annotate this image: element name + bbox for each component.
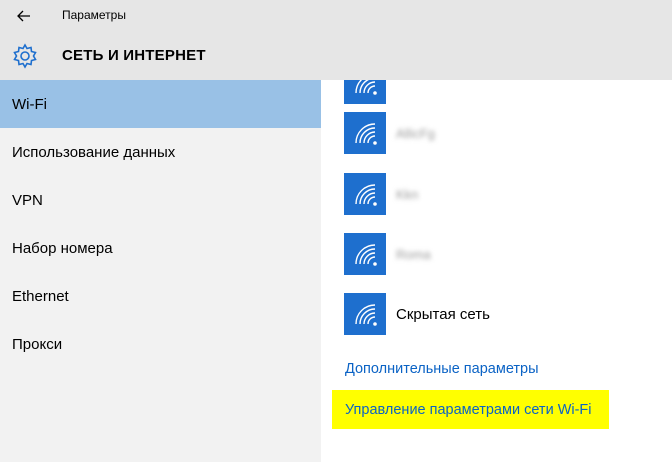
wifi-tile	[344, 112, 386, 154]
network-item-hidden[interactable]: Скрытая сеть	[344, 293, 664, 335]
sidebar-item-dial-up[interactable]: Набор номера	[0, 224, 321, 272]
network-name: Roma	[396, 246, 431, 262]
wifi-tile	[344, 233, 386, 275]
wifi-icon	[355, 184, 377, 206]
sidebar-item-label: Ethernet	[12, 287, 69, 305]
wifi-content: AllicFg Kkn Roma Скрытая сеть Дополнител…	[321, 80, 672, 462]
network-name: Kkn	[396, 186, 419, 202]
manage-wifi-settings-link[interactable]: Управление параметрами сети Wi-Fi	[345, 402, 592, 418]
window-title: Параметры	[62, 8, 126, 22]
sidebar-item-proxy[interactable]: Прокси	[0, 320, 321, 368]
sidebar-item-label: Использование данных	[12, 143, 176, 161]
network-item[interactable]: Roma	[344, 233, 664, 275]
sidebar-item-label: VPN	[12, 191, 43, 209]
sidebar-item-data-usage[interactable]: Использование данных	[0, 128, 321, 176]
title-bar: Параметры	[0, 0, 672, 32]
section-header: СЕТЬ И ИНТЕРНЕТ	[0, 32, 672, 80]
network-name: AllicFg	[396, 125, 436, 141]
gear-icon	[13, 43, 37, 69]
advanced-settings-link[interactable]: Дополнительные параметры	[345, 361, 539, 377]
sidebar-item-vpn[interactable]: VPN	[0, 176, 321, 224]
back-button[interactable]	[10, 4, 38, 28]
sidebar-item-label: Wi-Fi	[12, 95, 47, 113]
network-item[interactable]: AllicFg	[344, 112, 664, 154]
network-item[interactable]: Kkn	[344, 173, 664, 215]
wifi-icon	[355, 244, 377, 266]
network-item[interactable]	[344, 80, 664, 104]
sidebar-item-label: Набор номера	[12, 239, 113, 257]
wifi-icon	[355, 123, 377, 145]
sidebar-item-wifi[interactable]: Wi-Fi	[0, 80, 321, 128]
wifi-tile	[344, 293, 386, 335]
wifi-icon	[355, 304, 377, 326]
back-arrow-icon	[17, 10, 30, 22]
network-name: Скрытая сеть	[396, 305, 490, 323]
wifi-icon	[355, 80, 377, 95]
wifi-tile	[344, 80, 386, 104]
sidebar-item-ethernet[interactable]: Ethernet	[0, 272, 321, 320]
wifi-tile	[344, 173, 386, 215]
sidebar-item-label: Прокси	[12, 335, 63, 353]
sidebar: Wi-Fi Использование данных VPN Набор ном…	[0, 80, 321, 462]
section-title: СЕТЬ И ИНТЕРНЕТ	[62, 47, 206, 64]
